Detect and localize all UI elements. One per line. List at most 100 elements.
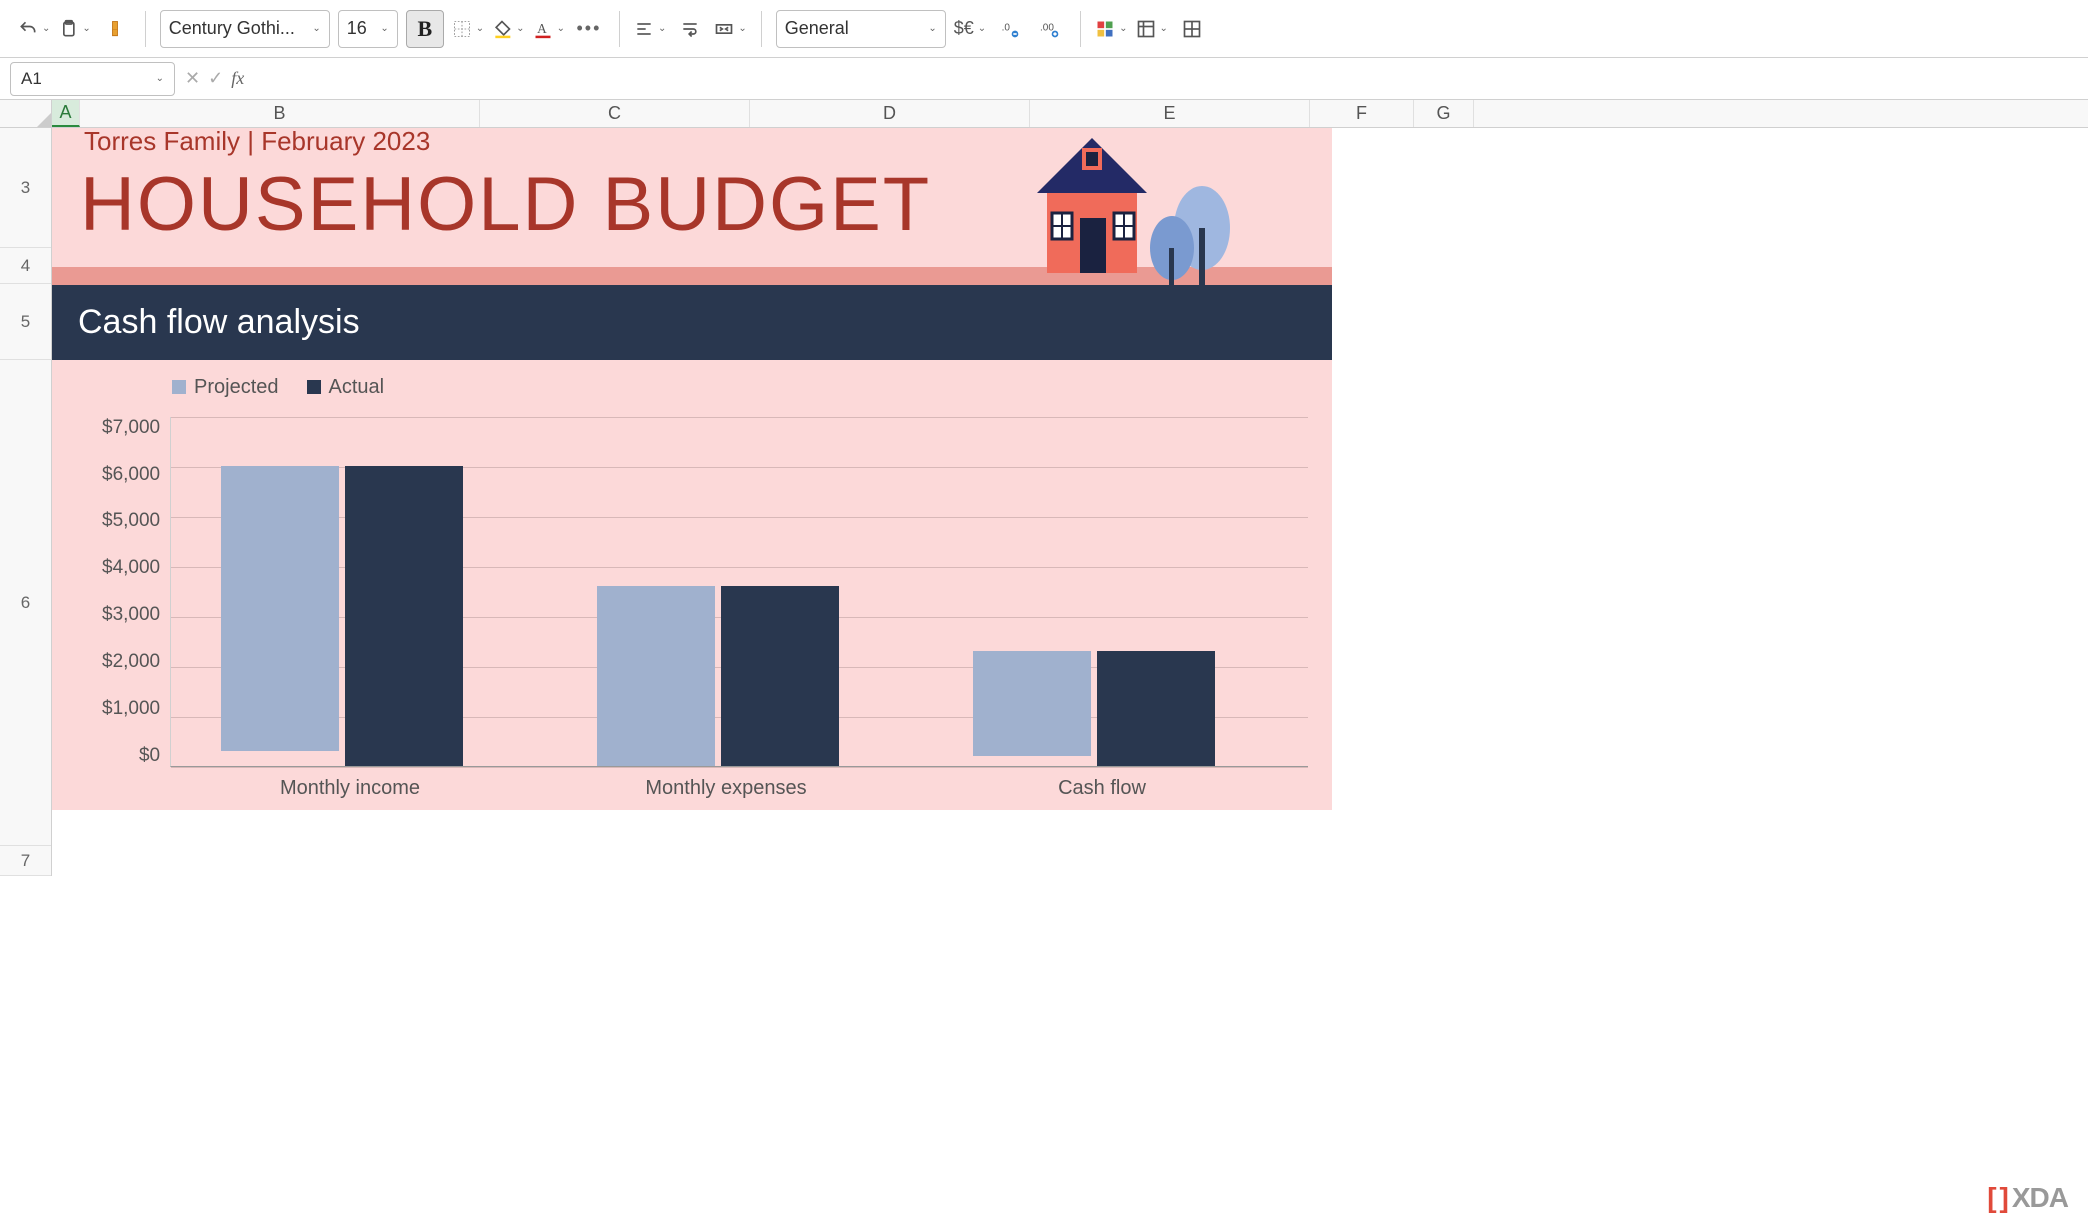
svg-text:.00: .00 bbox=[1040, 22, 1054, 33]
chevron-down-icon: ⌄ bbox=[380, 23, 388, 34]
y-tick-label: $1,000 bbox=[102, 698, 160, 720]
paintbrush-button[interactable] bbox=[99, 11, 131, 47]
cell-styles-button[interactable]: ⌄ bbox=[1136, 19, 1168, 39]
ribbon-toolbar: ⌄ ⌄ Century Gothi... ⌄ 16 ⌄ B ⌄ ⌄ A ⌄ ••… bbox=[0, 0, 2088, 58]
row-header-6[interactable]: 6 bbox=[0, 360, 51, 846]
table-style-icon bbox=[1136, 19, 1156, 39]
select-all-corner[interactable] bbox=[0, 100, 52, 127]
budget-sheet-content: Torres Family | February 2023 HOUSEHOLD … bbox=[52, 128, 1332, 810]
chevron-down-icon: ⌄ bbox=[312, 23, 320, 34]
chart: Projected Actual $7,000$6,000$5,000$4,000… bbox=[52, 360, 1332, 810]
y-tick-label: $4,000 bbox=[102, 557, 160, 579]
merge-icon bbox=[714, 19, 734, 39]
decrease-decimal-icon: .0 bbox=[1000, 19, 1020, 39]
chevron-down-icon: ⌄ bbox=[978, 23, 986, 34]
formula-input[interactable] bbox=[254, 62, 2078, 96]
y-tick-label: $0 bbox=[139, 745, 160, 767]
legend-item: Actual bbox=[307, 376, 385, 399]
legend-swatch bbox=[307, 380, 321, 394]
grid-color-icon bbox=[1095, 19, 1115, 39]
svg-text:.0: .0 bbox=[1002, 22, 1011, 33]
insert-button[interactable] bbox=[1176, 11, 1208, 47]
chevron-down-icon: ⌄ bbox=[1160, 23, 1168, 34]
sheet-subtitle: Torres Family | February 2023 bbox=[52, 120, 1332, 157]
font-name-value: Century Gothi... bbox=[169, 18, 295, 39]
row-header-7[interactable]: 7 bbox=[0, 846, 51, 876]
chart-y-axis: $7,000$6,000$5,000$4,000$3,000$2,000$1,0… bbox=[102, 417, 170, 767]
font-name-combo[interactable]: Century Gothi... ⌄ bbox=[160, 10, 330, 48]
chevron-down-icon: ⌄ bbox=[516, 23, 524, 34]
clipboard-button[interactable]: ⌄ bbox=[58, 19, 90, 39]
wrap-text-icon bbox=[680, 19, 700, 39]
legend-label: Projected bbox=[194, 376, 279, 399]
separator bbox=[145, 11, 146, 47]
fx-label[interactable]: fx bbox=[231, 68, 244, 89]
column-header-G[interactable]: G bbox=[1414, 100, 1474, 127]
x-tick-label: Monthly expenses bbox=[538, 777, 914, 800]
wrap-text-button[interactable] bbox=[674, 11, 706, 47]
legend-label: Actual bbox=[329, 376, 385, 399]
formula-controls: ✕ ✓ fx bbox=[185, 68, 244, 89]
insert-cells-icon bbox=[1182, 19, 1202, 39]
chevron-down-icon: ⌄ bbox=[156, 73, 164, 84]
chevron-down-icon: ⌄ bbox=[476, 23, 484, 34]
watermark-bracket: [ bbox=[1987, 1182, 1995, 1214]
separator bbox=[1080, 11, 1081, 47]
number-format-combo[interactable]: General ⌄ bbox=[776, 10, 946, 48]
svg-text:A: A bbox=[537, 21, 547, 36]
font-size-value: 16 bbox=[347, 18, 367, 39]
x-tick-label: Monthly income bbox=[162, 777, 538, 800]
currency-button[interactable]: $€⌄ bbox=[954, 18, 986, 39]
row-header-3[interactable]: 3 bbox=[0, 128, 51, 248]
more-formatting-button[interactable]: ••• bbox=[573, 11, 605, 47]
bold-button[interactable]: B bbox=[406, 10, 444, 48]
number-format-value: General bbox=[785, 18, 849, 39]
bar-group bbox=[221, 466, 463, 766]
fill-color-button[interactable]: ⌄ bbox=[492, 19, 524, 39]
separator bbox=[761, 11, 762, 47]
paint-bucket-icon bbox=[492, 19, 512, 39]
bar bbox=[345, 466, 463, 766]
watermark: [ ] XDA bbox=[1987, 1182, 2068, 1214]
bar-group bbox=[597, 586, 839, 766]
decrease-decimal-button[interactable]: .0 bbox=[994, 11, 1026, 47]
borders-button[interactable]: ⌄ bbox=[452, 19, 484, 39]
cancel-icon[interactable]: ✕ bbox=[185, 68, 200, 89]
chart-legend: Projected Actual bbox=[172, 376, 1308, 399]
chevron-down-icon: ⌄ bbox=[557, 23, 565, 34]
bar bbox=[721, 586, 839, 766]
bar bbox=[973, 651, 1091, 756]
undo-button[interactable]: ⌄ bbox=[18, 19, 50, 39]
bold-label: B bbox=[417, 16, 432, 42]
align-button[interactable]: ⌄ bbox=[634, 19, 666, 39]
increase-decimal-icon: .00 bbox=[1040, 19, 1060, 39]
increase-decimal-button[interactable]: .00 bbox=[1034, 11, 1066, 47]
merge-button[interactable]: ⌄ bbox=[714, 19, 746, 39]
borders-icon bbox=[452, 19, 472, 39]
font-color-icon: A bbox=[533, 19, 553, 39]
y-tick-label: $2,000 bbox=[102, 651, 160, 673]
chevron-down-icon: ⌄ bbox=[82, 23, 90, 34]
name-box-value: A1 bbox=[21, 69, 42, 89]
row-headers: 34567 bbox=[0, 128, 52, 876]
chevron-down-icon: ⌄ bbox=[1119, 23, 1127, 34]
formula-bar: A1 ⌄ ✕ ✓ fx bbox=[0, 58, 2088, 100]
row-header-4[interactable]: 4 bbox=[0, 248, 51, 284]
bar bbox=[1097, 651, 1215, 766]
chart-plot-area bbox=[170, 417, 1308, 767]
chart-x-axis: Monthly incomeMonthly expensesCash flow bbox=[172, 777, 1308, 800]
conditional-format-button[interactable]: ⌄ bbox=[1095, 19, 1127, 39]
confirm-icon[interactable]: ✓ bbox=[208, 68, 223, 89]
watermark-bracket: ] bbox=[2000, 1182, 2008, 1214]
x-tick-label: Cash flow bbox=[914, 777, 1290, 800]
grid-line bbox=[171, 417, 1308, 418]
watermark-text: XDA bbox=[2012, 1182, 2068, 1214]
font-size-combo[interactable]: 16 ⌄ bbox=[338, 10, 398, 48]
bar-group bbox=[973, 651, 1215, 766]
bar bbox=[597, 586, 715, 766]
row-header-5[interactable]: 5 bbox=[0, 284, 51, 360]
name-box[interactable]: A1 ⌄ bbox=[10, 62, 175, 96]
legend-item: Projected bbox=[172, 376, 279, 399]
font-color-button[interactable]: A ⌄ bbox=[533, 19, 565, 39]
cells-area[interactable]: Torres Family | February 2023 HOUSEHOLD … bbox=[52, 128, 2088, 876]
